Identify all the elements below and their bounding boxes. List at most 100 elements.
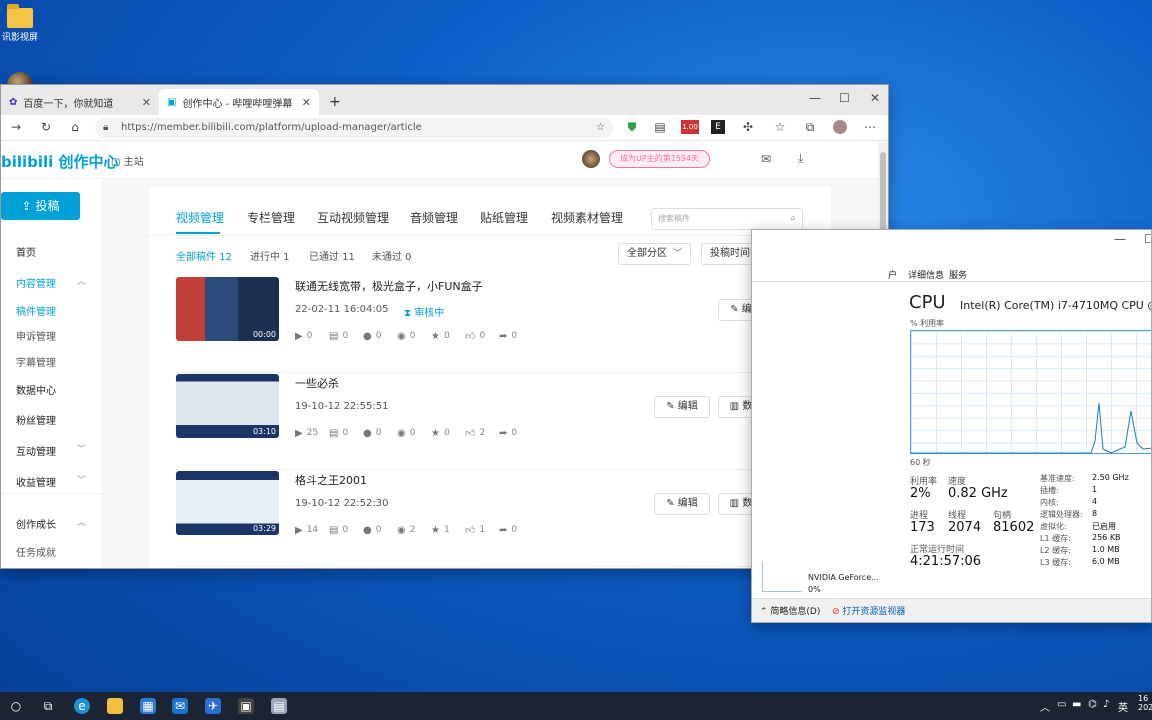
brief-info-button[interactable]: ⌃ 简略信息(D) (760, 604, 820, 617)
edit-button[interactable]: ✎ 编辑 (654, 493, 710, 515)
video-thumbnail[interactable]: 03:10 (176, 374, 279, 438)
store-icon[interactable]: ▦ (140, 698, 156, 714)
user-avatar[interactable] (582, 150, 600, 168)
filter-rejected[interactable]: 未通过 0 (372, 248, 412, 263)
uptime-value: 4:21:57:06 (910, 554, 982, 569)
back-icon[interactable]: → (9, 120, 23, 134)
tab-details[interactable]: 详细信息 (908, 268, 944, 281)
tab-column[interactable]: 专栏管理 (247, 209, 295, 226)
edit-button[interactable]: ✎ 编辑 (654, 396, 710, 418)
favorite-star-icon[interactable]: ☆ (596, 118, 605, 138)
folder-icon (7, 4, 33, 28)
refresh-icon[interactable]: ↻ (39, 120, 53, 134)
video-title[interactable]: 一些必杀 (295, 375, 339, 391)
tab-video[interactable]: 视频管理 (176, 209, 224, 226)
up-days-pill[interactable]: 成为UP主的第1594天 (609, 150, 711, 168)
zone-select[interactable]: 全部分区 ﹀ (618, 243, 691, 265)
edge-icon[interactable]: e (74, 698, 90, 714)
e-extension-icon[interactable]: E (711, 120, 725, 134)
maximize-icon[interactable]: ☐ (1144, 232, 1151, 246)
battery-icon[interactable]: ▬ (1072, 699, 1081, 710)
sidebar-item-growth[interactable]: 创作成长 (16, 516, 56, 531)
task-view-icon[interactable]: ⧉ (40, 698, 56, 714)
desktop-folder-icon[interactable]: 讯影视屏 (0, 4, 40, 43)
sidebar-item-interaction[interactable]: 互动管理 (16, 443, 56, 458)
tab-video-material[interactable]: 视频素材管理 (551, 209, 623, 226)
tab-stickers[interactable]: 贴纸管理 (480, 209, 528, 226)
tray-window-icon[interactable]: ▭ (1057, 699, 1066, 710)
search-icon[interactable]: ⌕ (790, 209, 796, 229)
tab-services[interactable]: 服务 (949, 268, 967, 281)
close-window-icon[interactable]: ✕ (870, 91, 880, 105)
video-stats: ▶ 0 ▤ 0 ● 0 ◉ 0 ★ 0 👍︎ 0 ➦ 0 (295, 330, 533, 343)
home-link[interactable]: ▢ 主站 (111, 153, 144, 168)
filter-approved[interactable]: 已通过 11 (309, 248, 355, 263)
media-app-icon[interactable]: ▣ (238, 698, 254, 714)
sidebar-item-tasks[interactable]: 任务成就 (16, 544, 56, 559)
spec-row: L3 缓存: 6.0 MB (1040, 557, 1151, 569)
task-manager-taskbar-icon[interactable]: ▤ (271, 698, 287, 714)
file-explorer-icon[interactable] (107, 698, 123, 714)
gpu-label[interactable]: NVIDIA GeForce... (808, 573, 879, 582)
collections-icon[interactable]: ⧉ (803, 120, 817, 134)
shield-extension-icon[interactable]: ⛊ (625, 120, 639, 134)
chevron-down-icon[interactable]: ﹀ (77, 473, 86, 486)
address-bar[interactable]: 🔒︎ https://member.bilibili.com/platform/… (95, 118, 613, 138)
tv-icon: ▢ (111, 157, 121, 168)
minimize-icon[interactable]: — (1114, 232, 1126, 246)
volume-icon[interactable]: ♪ (1103, 699, 1109, 710)
tray-chevron-icon[interactable]: ︿ (1040, 699, 1050, 714)
tab-audio[interactable]: 音频管理 (410, 209, 458, 226)
close-icon[interactable]: ✕ (302, 96, 311, 109)
star-icon: ★ (431, 330, 440, 342)
mail-icon[interactable]: ✉ (761, 152, 771, 166)
stat-value: 0 (375, 428, 382, 438)
video-title[interactable]: 格斗之王2001 (295, 472, 367, 488)
sidebar-item-fans[interactable]: 粉丝管理 (16, 412, 56, 427)
open-resource-monitor-link[interactable]: ⊘ 打开资源监视器 (832, 604, 905, 617)
post-button[interactable]: ⇪ 投稿 (1, 192, 80, 220)
sidebar-item-manuscripts[interactable]: 稿件管理 (16, 303, 56, 318)
tab-baidu[interactable]: ✿ 百度一下，你就知道 ✕ (1, 89, 159, 115)
favorites-icon[interactable]: ☆ (773, 120, 787, 134)
chevron-up-icon[interactable]: ︿ (77, 515, 86, 528)
search-icon[interactable]: ○ (8, 698, 24, 714)
ime-indicator[interactable]: 英 (1118, 699, 1128, 714)
video-date: 22-02-11 16:04:05 (295, 304, 389, 315)
search-input[interactable]: 搜索稿件 ⌕ (651, 208, 803, 230)
sidebar-item-subtitles[interactable]: 字幕管理 (16, 354, 56, 369)
badge-extension-icon[interactable]: 1.00 (681, 120, 699, 134)
clock[interactable]: 16 202 (1138, 694, 1152, 712)
video-thumbnail[interactable]: 00:00 (176, 277, 279, 341)
sidebar-item-revenue[interactable]: 收益管理 (16, 474, 56, 489)
filter-all[interactable]: 全部稿件 12 (176, 248, 232, 263)
extension-icon[interactable]: ▤ (653, 120, 667, 134)
close-icon[interactable]: ✕ (142, 96, 151, 109)
pinned-app-icon[interactable]: ✈ (205, 698, 221, 714)
network-icon[interactable]: ⌬ (1088, 699, 1097, 710)
home-icon[interactable]: ⌂ (68, 120, 82, 134)
new-tab-button[interactable]: + (321, 89, 349, 115)
chevron-down-icon[interactable]: ﹀ (77, 442, 86, 455)
minimize-icon[interactable]: — (809, 91, 821, 105)
sidebar-item-data[interactable]: 数据中心 (16, 382, 56, 397)
tab-bilibili[interactable]: ▣ 创作中心 - 哔哩哔哩弹幕视频网 ✕ (159, 89, 319, 115)
site-logo[interactable]: bilibili 创作中心 (1, 151, 119, 172)
edit-button-label: 编辑 (677, 401, 698, 412)
mail-app-icon[interactable]: ✉ (172, 698, 188, 714)
profile-icon[interactable] (833, 120, 847, 134)
tab-interactive-video[interactable]: 互动视频管理 (317, 209, 389, 226)
sidebar-item-content[interactable]: 内容管理 (16, 275, 56, 290)
maximize-icon[interactable]: ☐ (839, 91, 850, 105)
download-icon[interactable]: ⤓ (798, 151, 803, 166)
chevron-up-icon[interactable]: ︿ (77, 274, 86, 287)
sidebar-item-home[interactable]: 首页 (16, 244, 36, 259)
video-title[interactable]: 联通无线宽带，极光盒子，小FUN盒子 (295, 278, 483, 294)
spec-key: 内核: (1040, 498, 1059, 507)
more-menu-icon[interactable]: ⋯ (863, 120, 877, 134)
sidebar-item-appeals[interactable]: 申诉管理 (16, 328, 56, 343)
video-thumbnail[interactable]: 03:29 (176, 471, 279, 535)
puzzle-icon[interactable]: ✣ (741, 120, 755, 134)
filter-in-progress[interactable]: 进行中 1 (250, 248, 290, 263)
tab-users[interactable]: 户 (888, 268, 897, 281)
